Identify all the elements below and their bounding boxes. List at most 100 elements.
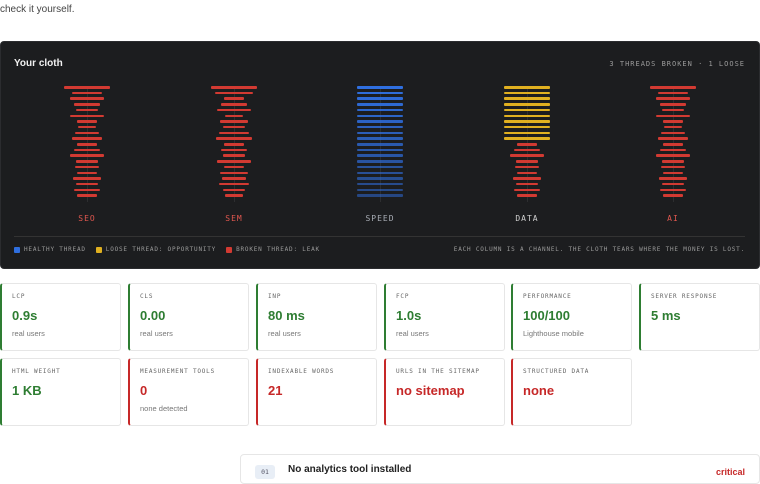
metric-label: STRUCTURED DATA [523,368,590,375]
thread-bar [75,165,99,169]
thread-bar [514,188,540,192]
cloth-title: Your cloth [14,58,63,69]
thread-bar [504,108,550,112]
thread-bar [357,160,403,163]
channel-label: SEM [225,214,243,223]
channel-label: SEO [78,214,96,223]
thread-bar [225,114,243,117]
divider [14,236,745,237]
thread-bar [223,188,245,192]
thread-bar [650,86,696,89]
legend-label: BROKEN THREAD: LEAK [236,246,320,253]
thread-bar [504,131,550,135]
thread-bar [357,97,403,100]
channel-label: DATA [515,214,539,223]
metric-label: HTML WEIGHT [12,368,61,375]
thread-bar [221,103,247,106]
metric-value: no sitemap [396,383,465,398]
thread-bar [357,143,403,146]
thread-bar [659,177,687,180]
thread-bar [658,137,688,140]
metric-sub: Lighthouse mobile [523,329,584,338]
thread-bar [513,177,541,180]
metric-card-server-response: SERVER RESPONSE 5 ms [639,283,760,351]
thread-bar [517,171,537,174]
thread-bar [70,154,104,157]
thread-bar [660,148,686,152]
thread-bar [656,114,690,117]
thread-bar [357,91,403,95]
metric-value: 1 KB [12,383,42,398]
metric-sub: none detected [140,404,188,413]
thread-bar [510,154,544,157]
metric-value: 100/100 [523,308,570,323]
metric-card-sitemap-urls: URLS IN THE SITEMAP no sitemap [384,358,505,426]
thread-bar [516,160,538,163]
metric-value: 0 [140,383,148,398]
metric-card-html-weight: HTML WEIGHT 1 KB [0,358,121,426]
thread-bar [357,188,403,192]
metric-card-inp: INP 80 ms real users [256,283,377,351]
thread-bar [504,137,550,140]
thread-bar [357,137,403,140]
legend-item-broken: BROKEN THREAD: LEAK [226,246,320,253]
channel-column-ai [623,86,723,202]
metric-value: 0.9s [12,308,38,323]
metric-card-measurement-tools: MEASUREMENT TOOLS 0 none detected [128,358,249,426]
thread-bar [504,114,550,117]
thread-bar [216,137,252,140]
thread-bar [357,108,403,112]
issue-row[interactable]: 01 No analytics tool installed critical [240,454,760,484]
thread-bar [77,143,97,146]
channel-column-sem [184,86,284,202]
thread-bar [662,160,684,163]
healthy-swatch-icon [14,246,20,253]
thread-bar [70,97,104,100]
legend-label: LOOSE THREAD: OPPORTUNITY [105,246,217,253]
thread-bar [357,171,403,174]
thread-bar [74,103,100,106]
thread-bar [215,91,253,95]
thread-bar [662,108,684,112]
metric-label: SERVER RESPONSE [651,293,718,300]
thread-bar [357,131,403,135]
thread-bar [77,120,97,123]
metric-sub: real users [12,329,45,338]
metric-label: PERFORMANCE [523,293,572,300]
metric-sub: real users [140,329,173,338]
metric-card-cls: CLS 0.00 real users [128,283,249,351]
thread-bar [220,171,248,174]
thread-bar [70,114,104,117]
metric-sub: real users [268,329,301,338]
thread-bar [663,143,683,146]
thread-bar [76,160,98,163]
metric-sub: real users [396,329,429,338]
thread-bar [221,148,247,152]
thread-bar [660,103,686,106]
loose-swatch-icon [95,246,102,253]
thread-bar [74,148,100,152]
metric-label: MEASUREMENT TOOLS [140,368,216,375]
metric-card-performance: PERFORMANCE 100/100 Lighthouse mobile [511,283,632,351]
thread-bar [76,108,98,112]
metric-value: 80 ms [268,308,305,323]
thread-bar [74,188,100,192]
thread-bar [217,160,251,163]
issue-severity-badge: critical [715,467,745,477]
channel-column-speed [330,86,430,202]
thread-bar [660,188,686,192]
broken-swatch-icon [226,246,233,253]
thread-bar [504,97,550,100]
thread-bar [219,131,249,135]
thread-bar [656,97,690,100]
legend-label: HEALTHY THREAD [24,246,86,253]
thread-bar [75,131,99,135]
metric-value: 0.00 [140,308,166,323]
thread-bar [357,154,403,157]
thread-bar [357,165,403,169]
channel-label: SPEED [365,214,395,223]
thread-bar [73,177,101,180]
thread-bar [72,91,102,95]
thread-bar [663,194,683,197]
metric-label: URLS IN THE SITEMAP [396,368,480,375]
